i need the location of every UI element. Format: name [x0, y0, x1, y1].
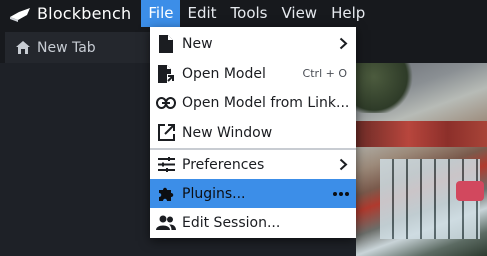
people-icon	[150, 215, 182, 231]
menu-item-plugins[interactable]: Plugins...	[150, 179, 356, 208]
background-photo	[356, 63, 487, 256]
menubar: Blockbench File Edit Tools View Help	[0, 0, 487, 27]
tab-new-tab[interactable]: New Tab	[5, 32, 150, 63]
menu-tools[interactable]: Tools	[224, 0, 275, 27]
sliders-icon	[150, 157, 182, 172]
chevron-right-icon	[339, 37, 348, 50]
menu-item-label: New Window	[182, 124, 273, 141]
home-icon	[15, 40, 31, 55]
menu-item-edit-session[interactable]: Edit Session...	[150, 208, 356, 237]
menu-item-label: Open Model from Link...	[182, 94, 350, 111]
tab-label: New Tab	[37, 39, 96, 56]
menu-item-preferences[interactable]: Preferences	[150, 150, 356, 179]
more-horizontal-icon[interactable]	[333, 191, 349, 196]
app-brand[interactable]: Blockbench	[0, 0, 141, 27]
link-icon	[150, 96, 182, 109]
file-icon	[150, 34, 182, 53]
menu-edit[interactable]: Edit	[180, 0, 223, 27]
menu-item-new-window[interactable]: New Window	[150, 118, 356, 147]
menu-item-label: Open Model	[182, 65, 266, 82]
menu-item-label: Preferences	[182, 156, 265, 173]
photo-foliage	[356, 63, 416, 113]
photo-object	[456, 181, 484, 201]
menu-item-new[interactable]: New	[150, 29, 356, 58]
shortcut-label: Ctrl + O	[302, 67, 347, 80]
menu-item-open-model[interactable]: Open Model Ctrl + O	[150, 59, 356, 88]
chevron-right-icon	[339, 158, 348, 171]
file-open-icon	[150, 64, 182, 83]
menu-item-label: Edit Session...	[182, 214, 281, 231]
menu-item-label: Plugins...	[182, 185, 246, 202]
menu-view[interactable]: View	[274, 0, 324, 27]
blockbench-logo-icon	[9, 6, 31, 22]
menu-file[interactable]: File	[141, 0, 181, 27]
puzzle-icon	[150, 185, 182, 203]
menu-help[interactable]: Help	[324, 0, 372, 27]
file-menu-dropdown: New Open Model Ctrl + O Open Model from …	[150, 27, 356, 238]
menu-item-open-from-link[interactable]: Open Model from Link...	[150, 88, 356, 117]
app-name: Blockbench	[37, 4, 132, 23]
photo-awning	[356, 121, 487, 147]
menu-item-label: New	[182, 35, 213, 52]
open-in-new-icon	[150, 124, 182, 141]
